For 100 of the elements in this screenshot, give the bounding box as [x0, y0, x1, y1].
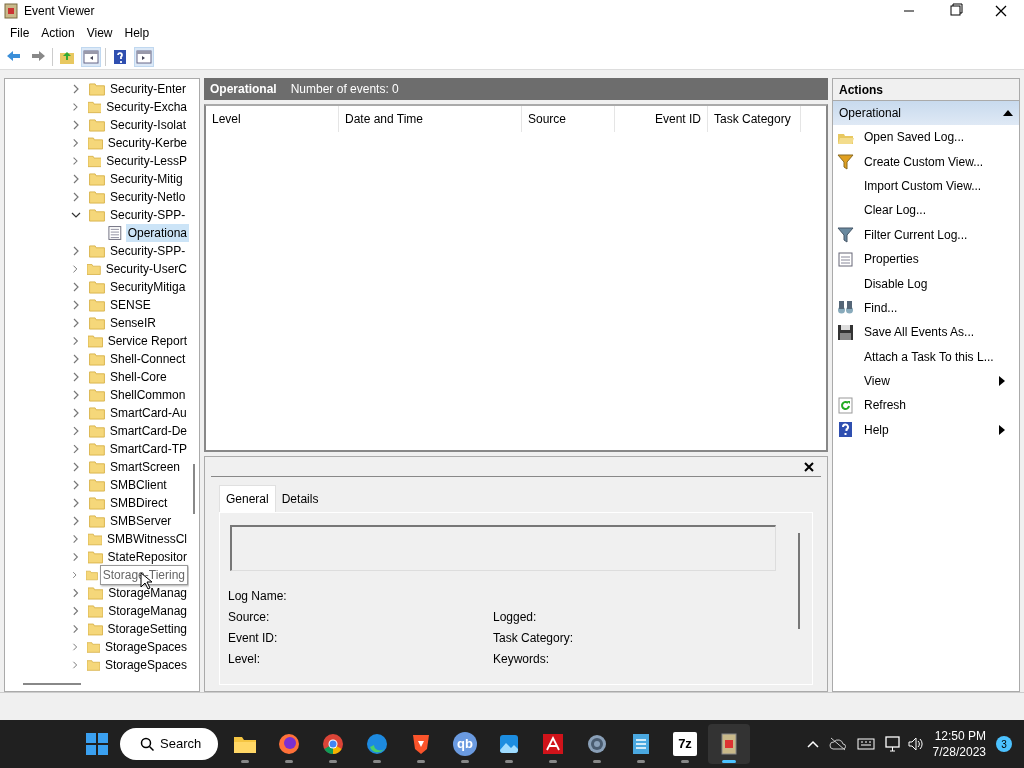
tree-item[interactable]: SecurityMitiga [108, 278, 188, 296]
taskbar-app[interactable]: 7z [664, 724, 706, 764]
action-link[interactable]: Find... [833, 295, 1019, 321]
tree-item[interactable]: StorageSpaces [102, 638, 189, 656]
expand-chevron-icon[interactable] [71, 102, 80, 112]
expand-chevron-icon[interactable] [71, 462, 81, 472]
expand-chevron-icon[interactable] [71, 534, 80, 544]
expand-chevron-icon[interactable] [71, 372, 81, 382]
chevron-up-icon[interactable] [806, 740, 819, 748]
expand-chevron-icon[interactable] [71, 516, 81, 526]
volume-icon[interactable] [906, 736, 923, 752]
tree-item[interactable]: Security-LessP [104, 152, 189, 170]
action-link[interactable]: Help [833, 417, 1019, 443]
help-icon[interactable] [111, 47, 129, 66]
expand-chevron-icon[interactable] [71, 642, 80, 652]
expand-chevron-icon[interactable] [71, 192, 81, 202]
tree-item[interactable]: SmartCard-De [107, 422, 189, 440]
expand-chevron-icon[interactable] [71, 444, 81, 454]
expand-chevron-icon[interactable] [71, 84, 81, 94]
menu-item[interactable]: File [4, 24, 36, 42]
action-link[interactable]: Save All Events As... [833, 320, 1019, 345]
section-header[interactable]: Operational [833, 101, 1019, 125]
tree-item[interactable]: Security-Netlo [108, 188, 188, 206]
menu-item[interactable]: Help [118, 24, 156, 42]
tree-item[interactable]: SMBWitnessCl [105, 530, 189, 548]
close-icon[interactable] [803, 460, 815, 473]
keyboard-icon[interactable] [856, 738, 875, 750]
tree-item[interactable]: Security-SPP- [108, 242, 188, 260]
tree-item[interactable]: SmartScreen [108, 458, 183, 476]
pane-button[interactable] [134, 46, 154, 67]
expand-chevron-icon[interactable] [71, 480, 81, 490]
expand-chevron-icon[interactable] [71, 174, 81, 184]
action-link[interactable]: Filter Current Log... [833, 222, 1019, 247]
tree-item[interactable]: SMBClient [108, 476, 169, 494]
expand-chevron-icon[interactable] [71, 282, 81, 292]
scrollbar-thumb[interactable] [23, 683, 81, 685]
tree-item[interactable]: Security-Enter [108, 80, 189, 98]
column-header[interactable]: Task Category [708, 106, 801, 132]
tree-item[interactable]: SenseIR [108, 314, 159, 332]
column-header[interactable]: Date and Time [339, 106, 522, 132]
expand-chevron-icon[interactable] [71, 354, 81, 364]
expand-chevron-icon[interactable] [71, 552, 81, 562]
notification-badge[interactable]: 3 [996, 736, 1012, 752]
expand-chevron-icon[interactable] [71, 300, 81, 310]
tree-item[interactable]: SmartCard-TP [107, 440, 189, 458]
action-link[interactable]: Open Saved Log... [833, 125, 1019, 150]
search-button[interactable]: Search [120, 728, 218, 760]
collapse-chevron-icon[interactable] [71, 210, 81, 220]
expand-chevron-icon[interactable] [71, 120, 81, 130]
tab[interactable]: General [219, 485, 276, 512]
expand-chevron-icon[interactable] [71, 660, 80, 670]
tree-item[interactable]: Shell-Core [108, 368, 169, 386]
expand-chevron-icon[interactable] [71, 588, 81, 598]
expand-chevron-icon[interactable] [71, 390, 81, 400]
tree-item[interactable]: SENSE [108, 296, 153, 314]
cloud-icon[interactable] [828, 737, 847, 751]
tree-item[interactable]: SMBServer [108, 512, 174, 530]
expand-chevron-icon[interactable] [71, 246, 81, 256]
action-link[interactable]: Create Custom View... [833, 149, 1019, 174]
tree-item[interactable]: Security-Excha [104, 98, 189, 116]
action-link[interactable]: Import Custom View... [833, 173, 1019, 199]
column-header[interactable]: Event ID [615, 106, 708, 132]
tree-item[interactable]: Security-Mitig [108, 170, 185, 188]
scrollbar-thumb[interactable] [193, 464, 195, 514]
action-link[interactable]: Attach a Task To this L... [833, 344, 1019, 369]
expand-chevron-icon[interactable] [71, 408, 81, 418]
clock[interactable]: 12:50 PM 7/28/2023 [932, 728, 986, 760]
expand-chevron-icon[interactable] [71, 498, 81, 508]
expand-chevron-icon[interactable] [71, 570, 79, 580]
action-link[interactable]: Refresh [833, 393, 1019, 418]
tree-item[interactable]: Operationa [125, 224, 189, 242]
column-header[interactable]: Source [522, 106, 615, 132]
tree-item[interactable]: StorageManag [106, 584, 189, 602]
tree-item[interactable]: Security-Kerbe [105, 134, 189, 152]
tree-item[interactable]: StateRepositor [105, 548, 189, 566]
menu-item[interactable]: View [80, 24, 119, 42]
expand-chevron-icon[interactable] [71, 606, 81, 616]
action-link[interactable]: Disable Log [833, 271, 1019, 296]
expand-chevron-icon[interactable] [71, 264, 80, 274]
tab[interactable]: Details [275, 485, 325, 512]
action-link[interactable]: Clear Log... [833, 198, 1019, 223]
tree-item[interactable]: Security-UserC [103, 260, 189, 278]
tree-item[interactable]: SMBDirect [108, 494, 170, 512]
pane-button[interactable] [81, 46, 101, 67]
tree-item[interactable]: StorageSpaces [102, 656, 189, 674]
tree-item[interactable]: StorageManag [106, 602, 189, 620]
network-icon[interactable] [884, 736, 903, 752]
tree-item[interactable]: SmartCard-Au [108, 404, 189, 422]
expand-chevron-icon[interactable] [71, 426, 81, 436]
menu-item[interactable]: Action [35, 24, 81, 42]
column-header[interactable]: Level [206, 106, 339, 132]
tree-item[interactable]: Security-SPP- [108, 206, 188, 224]
tree-item[interactable]: Service Report [105, 332, 189, 350]
action-link[interactable]: Properties [833, 246, 1019, 272]
tree-item[interactable]: ShellCommon [108, 386, 188, 404]
tree-item[interactable]: StorageSetting [105, 620, 189, 638]
expand-chevron-icon[interactable] [71, 138, 81, 148]
action-link[interactable]: View [833, 368, 1019, 394]
scrollbar-thumb[interactable] [798, 533, 800, 629]
expand-chevron-icon[interactable] [71, 624, 81, 634]
